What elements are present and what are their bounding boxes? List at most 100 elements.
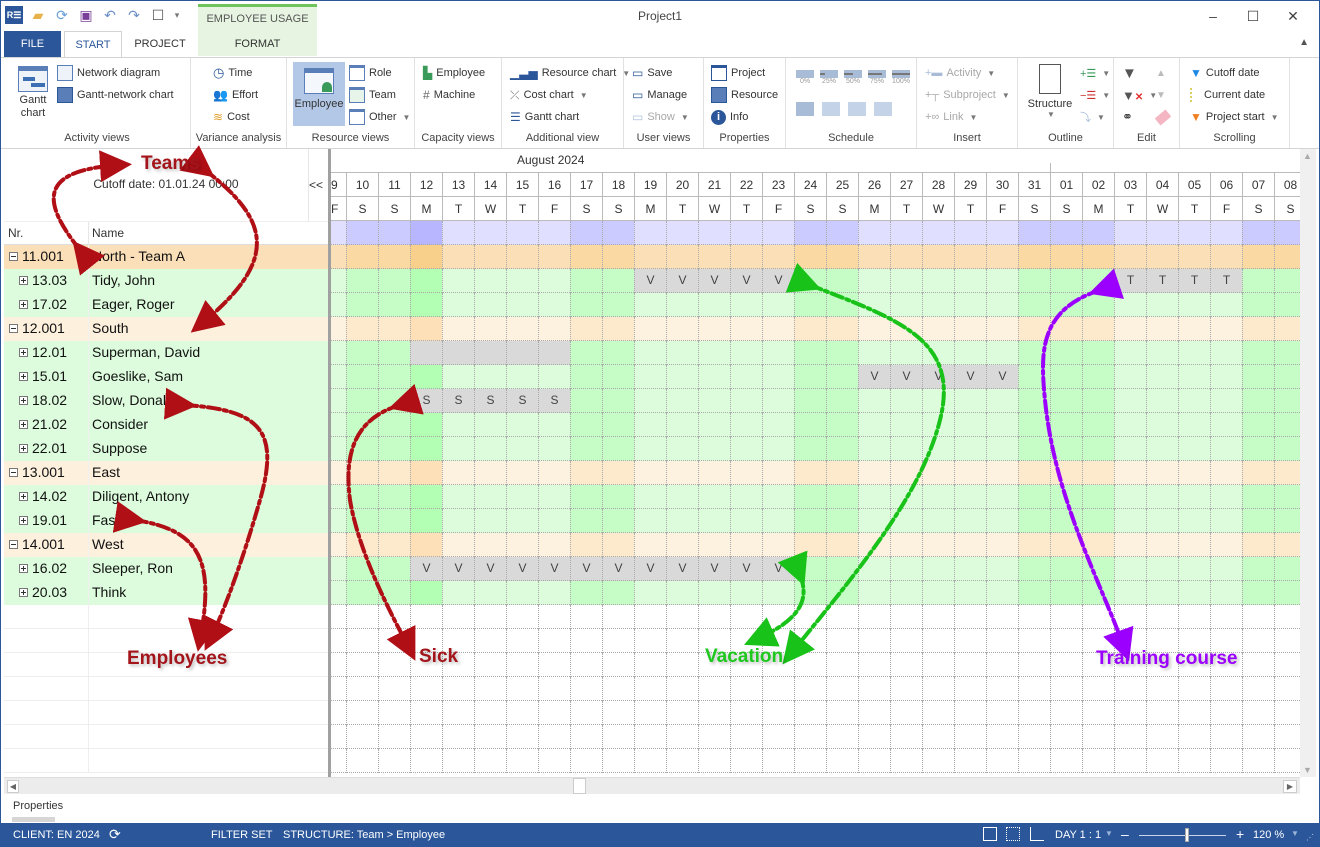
- employee-usage-cell[interactable]: [634, 485, 666, 509]
- employee-usage-cell[interactable]: [1178, 389, 1210, 413]
- resource-chart-icon[interactable]: [1030, 827, 1044, 841]
- employee-usage-cell[interactable]: [1146, 293, 1178, 317]
- day-number[interactable]: 08: [1274, 173, 1300, 197]
- employee-usage-cell[interactable]: [794, 557, 826, 581]
- team-usage-cell[interactable]: [410, 317, 442, 341]
- team-usage-cell[interactable]: [890, 245, 922, 269]
- employee-usage-cell[interactable]: [826, 509, 858, 533]
- employee-row[interactable]: 14.02 Diligent, Antony: [4, 485, 328, 509]
- team-usage-cell[interactable]: [506, 533, 538, 557]
- collapse-icon[interactable]: [9, 251, 18, 261]
- employee-usage-cell[interactable]: [378, 437, 410, 461]
- employee-usage-cell[interactable]: [570, 269, 602, 293]
- employee-usage-cell[interactable]: [1146, 389, 1178, 413]
- absence-cell[interactable]: V: [890, 365, 922, 389]
- day-number[interactable]: 05: [1178, 173, 1210, 197]
- collapse-icon[interactable]: [9, 323, 18, 333]
- team-usage-cell[interactable]: [378, 461, 410, 485]
- employee-usage-cell[interactable]: [442, 437, 474, 461]
- employee-usage-cell[interactable]: [1242, 413, 1274, 437]
- team-usage-cell[interactable]: [1210, 245, 1242, 269]
- capacity-machine-button[interactable]: # Machine: [423, 85, 475, 105]
- gantt-view-icon[interactable]: [983, 827, 997, 841]
- employee-usage-cell[interactable]: [986, 269, 1018, 293]
- horizontal-scrollbar[interactable]: ◀ ▶: [4, 777, 1300, 794]
- employee-usage-cell[interactable]: [442, 269, 474, 293]
- employee-usage-cell[interactable]: [794, 293, 826, 317]
- employee-usage-cell[interactable]: [890, 437, 922, 461]
- absence-cell[interactable]: V: [698, 557, 730, 581]
- employee-usage-cell[interactable]: [1082, 437, 1114, 461]
- employee-usage-cell[interactable]: [1050, 365, 1082, 389]
- employee-usage-cell[interactable]: [602, 437, 634, 461]
- employee-row[interactable]: 12.01 Superman, David: [4, 341, 328, 365]
- absence-cell[interactable]: V: [762, 269, 794, 293]
- employee-usage-cell[interactable]: [1210, 413, 1242, 437]
- employee-usage-cell[interactable]: [922, 269, 954, 293]
- team-usage-cell[interactable]: [730, 317, 762, 341]
- absence-cell[interactable]: V: [858, 365, 890, 389]
- employee-usage-cell[interactable]: [1210, 509, 1242, 533]
- day-number[interactable]: 19: [634, 173, 666, 197]
- time-scale-dropdown[interactable]: DAY 1 : 1: [1055, 829, 1101, 841]
- employee-usage-cell[interactable]: [954, 413, 986, 437]
- tab-project[interactable]: PROJECT: [125, 31, 195, 57]
- team-usage-cell[interactable]: [698, 461, 730, 485]
- team-usage-cell[interactable]: [1242, 533, 1274, 557]
- employee-usage-cell[interactable]: [954, 581, 986, 605]
- employee-usage-cell[interactable]: [506, 365, 538, 389]
- cost-button[interactable]: ≋ Cost: [213, 107, 250, 127]
- employee-usage-cell[interactable]: [442, 581, 474, 605]
- vertical-scrollbar[interactable]: ▲ ▼: [1300, 149, 1316, 777]
- team-usage-cell[interactable]: [762, 245, 794, 269]
- day-number[interactable]: 20: [666, 173, 698, 197]
- employee-usage-cell[interactable]: [1050, 581, 1082, 605]
- employee-usage-cell[interactable]: [570, 365, 602, 389]
- employee-usage-cell[interactable]: [506, 485, 538, 509]
- progress-1-button[interactable]: 25%: [820, 70, 838, 85]
- employee-usage-cell[interactable]: [1178, 557, 1210, 581]
- employee-usage-cell[interactable]: [442, 485, 474, 509]
- employee-usage-cell[interactable]: [890, 389, 922, 413]
- employee-usage-cell[interactable]: [634, 293, 666, 317]
- gantt-network-chart-button[interactable]: Gantt-network chart: [57, 85, 174, 105]
- expand-icon[interactable]: [19, 515, 28, 525]
- employee-usage-cell[interactable]: [570, 413, 602, 437]
- employee-usage-cell[interactable]: [794, 413, 826, 437]
- employee-row[interactable]: 18.02 Slow, Donald: [4, 389, 328, 413]
- tab-start[interactable]: START: [64, 31, 122, 58]
- team-row[interactable]: 14.001 West: [4, 533, 328, 557]
- indent-button[interactable]: +☰ ▼: [1080, 63, 1110, 83]
- employee-usage-cell[interactable]: [986, 557, 1018, 581]
- day-number[interactable]: 22: [730, 173, 762, 197]
- employee-usage-cell[interactable]: [890, 341, 922, 365]
- absence-cell[interactable]: V: [762, 557, 794, 581]
- team-usage-cell[interactable]: [442, 317, 474, 341]
- project-start-button[interactable]: ▼ Project start ▼: [1190, 107, 1279, 127]
- employee-usage-cell[interactable]: [1146, 485, 1178, 509]
- employee-usage-cell[interactable]: [1274, 485, 1300, 509]
- team-usage-cell[interactable]: [1178, 245, 1210, 269]
- employee-usage-cell[interactable]: [922, 389, 954, 413]
- employee-usage-cell[interactable]: [730, 389, 762, 413]
- employee-usage-cell[interactable]: [378, 293, 410, 317]
- employee-usage-cell[interactable]: [1114, 413, 1146, 437]
- team-row[interactable]: 12.001 South: [4, 317, 328, 341]
- employee-view-button[interactable]: Employee: [293, 62, 345, 126]
- employee-usage-cell[interactable]: [331, 293, 346, 317]
- collapse-ribbon-icon[interactable]: ▲: [1299, 37, 1309, 48]
- employee-usage-cell[interactable]: [410, 365, 442, 389]
- employee-usage-cell[interactable]: [1082, 365, 1114, 389]
- employee-usage-cell[interactable]: [922, 293, 954, 317]
- employee-usage-cell[interactable]: [1018, 341, 1050, 365]
- team-usage-cell[interactable]: [986, 461, 1018, 485]
- employee-usage-cell[interactable]: [890, 509, 922, 533]
- team-usage-cell[interactable]: [954, 317, 986, 341]
- team-usage-cell[interactable]: [378, 245, 410, 269]
- employee-usage-cell[interactable]: [986, 413, 1018, 437]
- team-usage-cell[interactable]: [331, 461, 346, 485]
- window-layout-icon[interactable]: ☐: [149, 6, 167, 24]
- team-row[interactable]: 13.001 East: [4, 461, 328, 485]
- employee-usage-cell[interactable]: [826, 413, 858, 437]
- employee-usage-cell[interactable]: [1082, 389, 1114, 413]
